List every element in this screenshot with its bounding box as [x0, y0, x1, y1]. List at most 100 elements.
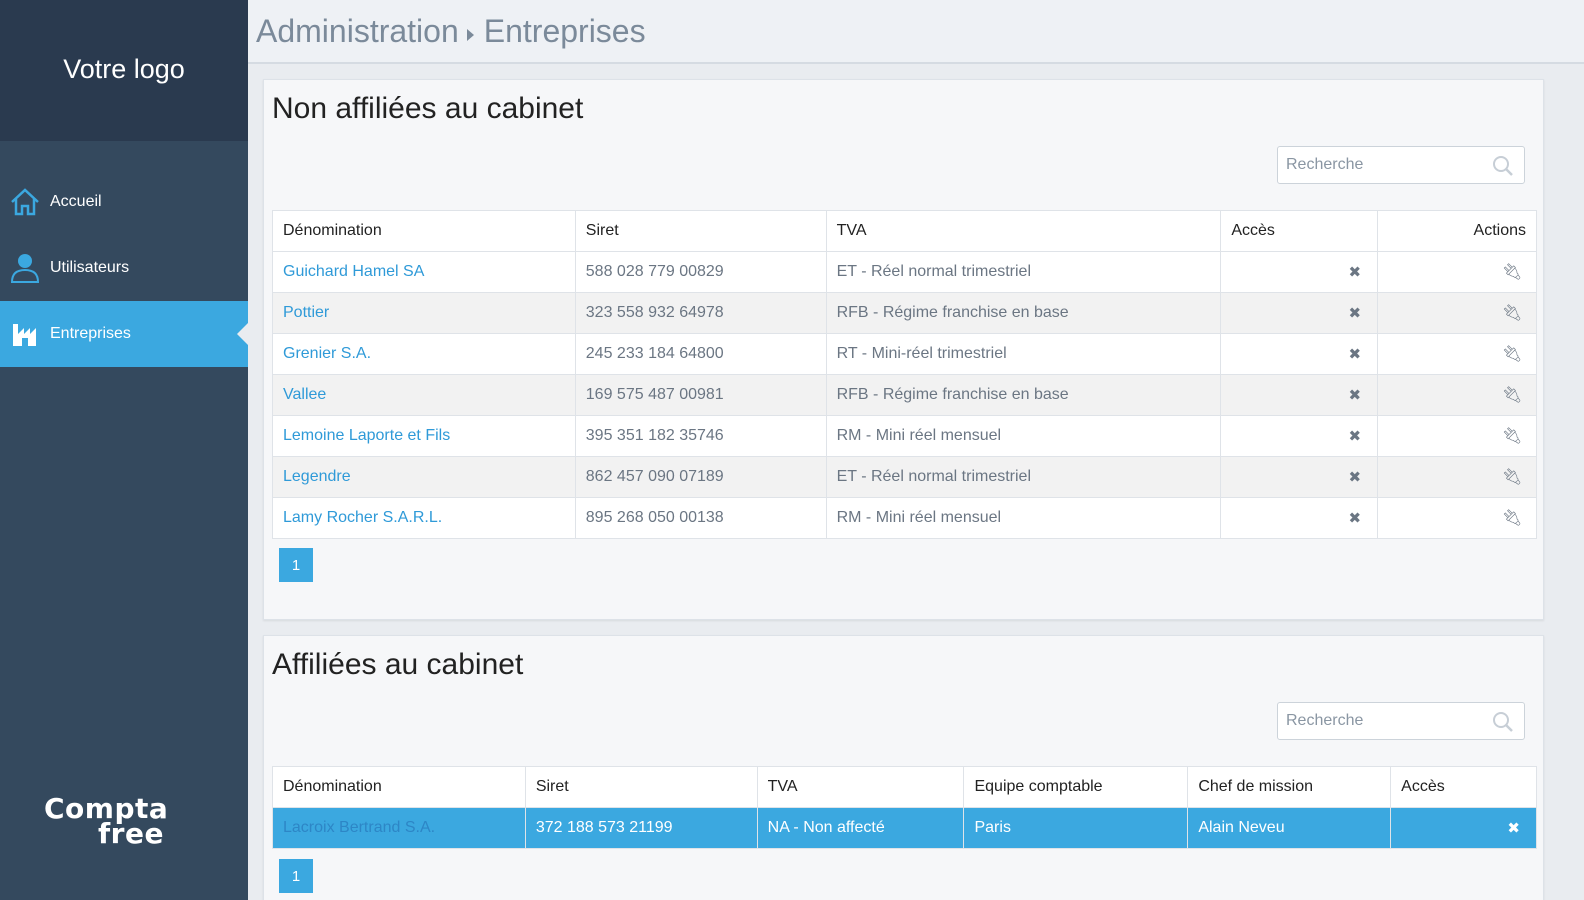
- page-header: Administration Entreprises: [248, 0, 1584, 64]
- breadcrumb-item-entreprises: Entreprises: [483, 12, 646, 49]
- panel-non-affiliees: Non affiliées au cabinet Dénomination Si…: [263, 79, 1544, 620]
- sidebar-item-accueil[interactable]: Accueil: [0, 169, 248, 235]
- siret-cell: 245 233 184 64800: [574, 333, 827, 375]
- breadcrumb-item-administration[interactable]: Administration: [256, 13, 459, 49]
- company-link[interactable]: Lamy Rocher S.A.R.L.: [272, 497, 576, 539]
- tva-cell: RFB - Régime franchise en base: [825, 374, 1222, 416]
- col-header: Actions: [1377, 210, 1537, 252]
- close-icon[interactable]: ✖: [1507, 820, 1520, 837]
- access-cell: ✖: [1390, 807, 1537, 849]
- col-header[interactable]: Siret: [574, 210, 827, 252]
- siret-cell: 895 268 050 00138: [574, 497, 827, 539]
- panel-title: Non affiliées au cabinet: [272, 92, 584, 125]
- panel-affiliees: Affiliées au cabinet Dénomination Siret …: [263, 635, 1544, 900]
- company-link[interactable]: Vallee: [272, 374, 576, 416]
- company-link[interactable]: Pottier: [272, 292, 576, 334]
- sidebar-item-entreprises[interactable]: Entreprises: [0, 301, 248, 367]
- sidebar-nav: Accueil Utilisateurs Entreprises: [0, 169, 248, 367]
- tva-cell: ET - Réel normal trimestriel: [825, 456, 1222, 498]
- close-icon[interactable]: ✖: [1349, 428, 1362, 445]
- panel-title: Affiliées au cabinet: [272, 648, 524, 681]
- plug-icon[interactable]: 🔌︎: [1502, 264, 1522, 281]
- pagination-page-button[interactable]: 1: [279, 859, 313, 893]
- siret-cell: 862 457 090 07189: [574, 456, 827, 498]
- close-icon[interactable]: ✖: [1349, 469, 1362, 486]
- siret-cell: 588 028 779 00829: [574, 251, 827, 293]
- access-cell: ✖: [1220, 497, 1379, 539]
- search-icon[interactable]: [1492, 711, 1514, 738]
- tva-cell: RFB - Régime franchise en base: [825, 292, 1222, 334]
- company-link[interactable]: Lemoine Laporte et Fils: [272, 415, 576, 457]
- plug-icon[interactable]: 🔌︎: [1502, 469, 1522, 486]
- siret-cell: 372 188 573 21199: [524, 807, 758, 849]
- user-icon: [8, 251, 42, 285]
- table-row-selected[interactable]: Lacroix Bertrand S.A. 372 188 573 21199 …: [272, 807, 1537, 849]
- company-link[interactable]: Lacroix Bertrand S.A.: [272, 807, 526, 849]
- close-icon[interactable]: ✖: [1349, 264, 1362, 281]
- affiliated-companies-table: Dénomination Siret TVA Equipe comptable …: [272, 766, 1537, 849]
- pagination-page-button[interactable]: 1: [279, 548, 313, 582]
- col-header[interactable]: TVA: [756, 766, 965, 808]
- close-icon[interactable]: ✖: [1349, 305, 1362, 322]
- col-header[interactable]: Siret: [524, 766, 758, 808]
- table-header-row: Dénomination Siret TVA Equipe comptable …: [272, 766, 1537, 808]
- plug-icon[interactable]: 🔌︎: [1502, 305, 1522, 322]
- sidebar-item-label: Accueil: [50, 193, 102, 210]
- search-box[interactable]: [1277, 146, 1525, 184]
- access-cell: ✖: [1220, 374, 1379, 416]
- close-icon[interactable]: ✖: [1349, 510, 1362, 527]
- access-cell: ✖: [1220, 292, 1379, 334]
- breadcrumb-separator-icon: [466, 29, 474, 42]
- search-input[interactable]: [1278, 147, 1478, 183]
- table-row: Grenier S.A. 245 233 184 64800 RT - Mini…: [272, 333, 1537, 375]
- company-link[interactable]: Guichard Hamel SA: [272, 251, 576, 293]
- col-header[interactable]: Equipe comptable: [963, 766, 1189, 808]
- actions-cell: 🔌︎: [1377, 497, 1537, 539]
- home-icon: [8, 185, 42, 219]
- siret-cell: 169 575 487 00981: [574, 374, 827, 416]
- sidebar: Votre logo Accueil Utilisateurs Entrepri…: [0, 0, 248, 900]
- col-header[interactable]: Chef de mission: [1187, 766, 1392, 808]
- access-cell: ✖: [1220, 251, 1379, 293]
- company-link[interactable]: Legendre: [272, 456, 576, 498]
- logo-text[interactable]: Votre logo: [63, 54, 185, 85]
- equipe-cell: Paris: [963, 807, 1189, 849]
- factory-icon: [8, 317, 42, 351]
- table-row: Pottier 323 558 932 64978 RFB - Régime f…: [272, 292, 1537, 334]
- col-header[interactable]: Accès: [1220, 210, 1379, 252]
- siret-cell: 395 351 182 35746: [574, 415, 827, 457]
- actions-cell: 🔌︎: [1377, 415, 1537, 457]
- access-cell: ✖: [1220, 333, 1379, 375]
- search-box[interactable]: [1277, 702, 1525, 740]
- plug-icon[interactable]: 🔌︎: [1502, 346, 1522, 363]
- access-cell: ✖: [1220, 456, 1379, 498]
- breadcrumb: Administration Entreprises: [256, 13, 646, 50]
- company-link[interactable]: Grenier S.A.: [272, 333, 576, 375]
- table-row: Vallee 169 575 487 00981 RFB - Régime fr…: [272, 374, 1537, 416]
- tva-cell: NA - Non affecté: [756, 807, 965, 849]
- plug-icon[interactable]: 🔌︎: [1502, 428, 1522, 445]
- actions-cell: 🔌︎: [1377, 292, 1537, 334]
- col-header[interactable]: Accès: [1390, 766, 1537, 808]
- table-row: Legendre 862 457 090 07189 ET - Réel nor…: [272, 456, 1537, 498]
- sidebar-item-utilisateurs[interactable]: Utilisateurs: [0, 235, 248, 301]
- companies-table: Dénomination Siret TVA Accès Actions Gui…: [272, 210, 1537, 539]
- chef-cell: Alain Neveu: [1187, 807, 1392, 849]
- close-icon[interactable]: ✖: [1349, 387, 1362, 404]
- table-row: Guichard Hamel SA 588 028 779 00829 ET -…: [272, 251, 1537, 293]
- col-header[interactable]: Dénomination: [272, 766, 526, 808]
- search-input[interactable]: [1278, 703, 1478, 739]
- tva-cell: RM - Mini réel mensuel: [825, 497, 1222, 539]
- table-header-row: Dénomination Siret TVA Accès Actions: [272, 210, 1537, 252]
- plug-icon[interactable]: 🔌︎: [1502, 387, 1522, 404]
- logo-area: Votre logo: [0, 0, 248, 141]
- close-icon[interactable]: ✖: [1349, 346, 1362, 363]
- actions-cell: 🔌︎: [1377, 374, 1537, 416]
- col-header[interactable]: TVA: [825, 210, 1222, 252]
- sidebar-item-label: Utilisateurs: [50, 259, 130, 276]
- access-cell: ✖: [1220, 415, 1379, 457]
- plug-icon[interactable]: 🔌︎: [1502, 510, 1522, 527]
- col-header[interactable]: Dénomination: [272, 210, 576, 252]
- search-icon[interactable]: [1492, 155, 1514, 182]
- table-row: Lamy Rocher S.A.R.L. 895 268 050 00138 R…: [272, 497, 1537, 539]
